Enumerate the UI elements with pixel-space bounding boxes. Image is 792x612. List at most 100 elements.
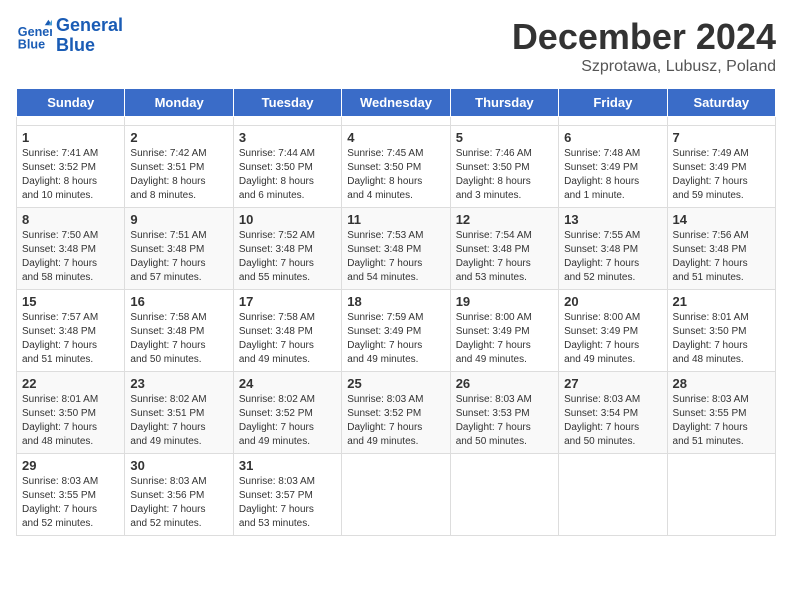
day-info: Sunrise: 7:53 AM Sunset: 3:48 PM Dayligh… — [347, 229, 444, 285]
day-info: Sunrise: 7:50 AM Sunset: 3:48 PM Dayligh… — [22, 229, 119, 285]
calendar-cell: 3Sunrise: 7:44 AM Sunset: 3:50 PM Daylig… — [233, 126, 341, 208]
header: General Blue GeneralBlue December 2024 S… — [16, 16, 776, 76]
day-info: Sunrise: 7:46 AM Sunset: 3:50 PM Dayligh… — [456, 147, 553, 203]
day-info: Sunrise: 8:01 AM Sunset: 3:50 PM Dayligh… — [22, 393, 119, 449]
calendar-table: SundayMondayTuesdayWednesdayThursdayFrid… — [16, 88, 776, 536]
calendar-cell — [233, 117, 341, 126]
day-info: Sunrise: 7:42 AM Sunset: 3:51 PM Dayligh… — [130, 147, 227, 203]
day-number: 15 — [22, 294, 119, 309]
calendar-cell — [450, 454, 558, 536]
day-info: Sunrise: 7:41 AM Sunset: 3:52 PM Dayligh… — [22, 147, 119, 203]
day-header-thursday: Thursday — [450, 89, 558, 117]
calendar-cell: 25 Sunrise: 8:03 AM Sunset: 3:52 PM Dayli… — [342, 372, 450, 454]
day-number: 13 — [564, 212, 661, 227]
calendar-cell: 22 Sunrise: 8:01 AM Sunset: 3:50 PM Dayli… — [17, 372, 125, 454]
logo-icon: General Blue — [16, 18, 52, 54]
day-number: 2 — [130, 130, 227, 145]
calendar-cell: 4Sunrise: 7:45 AM Sunset: 3:50 PM Daylig… — [342, 126, 450, 208]
day-number: 27 — [564, 376, 661, 391]
calendar-cell — [667, 454, 775, 536]
calendar-week-1: 1 Sunrise: 7:41 AM Sunset: 3:52 PM Daylig… — [17, 126, 776, 208]
day-number: 29 — [22, 458, 119, 473]
day-number: 31 — [239, 458, 336, 473]
day-info: Sunrise: 7:57 AM Sunset: 3:48 PM Dayligh… — [22, 311, 119, 367]
calendar-cell: 19 Sunrise: 8:00 AM Sunset: 3:49 PM Dayli… — [450, 290, 558, 372]
day-info: Sunrise: 8:03 AM Sunset: 3:55 PM Dayligh… — [22, 475, 119, 531]
calendar-week-4: 22 Sunrise: 8:01 AM Sunset: 3:50 PM Dayli… — [17, 372, 776, 454]
day-number: 26 — [456, 376, 553, 391]
day-info: Sunrise: 8:00 AM Sunset: 3:49 PM Dayligh… — [456, 311, 553, 367]
day-info: Sunrise: 7:49 AM Sunset: 3:49 PM Dayligh… — [673, 147, 770, 203]
day-info: Sunrise: 8:03 AM Sunset: 3:57 PM Dayligh… — [239, 475, 336, 531]
day-number: 17 — [239, 294, 336, 309]
calendar-cell: 9Sunrise: 7:51 AM Sunset: 3:48 PM Daylig… — [125, 208, 233, 290]
calendar-cell — [342, 454, 450, 536]
calendar-cell: 16 Sunrise: 7:58 AM Sunset: 3:48 PM Dayli… — [125, 290, 233, 372]
calendar-cell: 13Sunrise: 7:55 AM Sunset: 3:48 PM Dayli… — [559, 208, 667, 290]
day-number: 20 — [564, 294, 661, 309]
title-area: December 2024 Szprotawa, Lubusz, Poland — [512, 16, 776, 76]
day-info: Sunrise: 7:58 AM Sunset: 3:48 PM Dayligh… — [130, 311, 227, 367]
day-number: 14 — [673, 212, 770, 227]
calendar-cell: 2 Sunrise: 7:42 AM Sunset: 3:51 PM Daylig… — [125, 126, 233, 208]
day-info: Sunrise: 7:48 AM Sunset: 3:49 PM Dayligh… — [564, 147, 661, 203]
day-number: 18 — [347, 294, 444, 309]
calendar-cell: 29 Sunrise: 8:03 AM Sunset: 3:55 PM Dayli… — [17, 454, 125, 536]
day-header-friday: Friday — [559, 89, 667, 117]
calendar-cell: 17Sunrise: 7:58 AM Sunset: 3:48 PM Dayli… — [233, 290, 341, 372]
calendar-week-5: 29 Sunrise: 8:03 AM Sunset: 3:55 PM Dayli… — [17, 454, 776, 536]
calendar-cell: 27 Sunrise: 8:03 AM Sunset: 3:54 PM Dayli… — [559, 372, 667, 454]
calendar-cell: 14 Sunrise: 7:56 AM Sunset: 3:48 PM Dayli… — [667, 208, 775, 290]
day-header-wednesday: Wednesday — [342, 89, 450, 117]
day-info: Sunrise: 8:03 AM Sunset: 3:52 PM Dayligh… — [347, 393, 444, 449]
day-info: Sunrise: 7:59 AM Sunset: 3:49 PM Dayligh… — [347, 311, 444, 367]
calendar-cell: 18 Sunrise: 7:59 AM Sunset: 3:49 PM Dayli… — [342, 290, 450, 372]
day-header-monday: Monday — [125, 89, 233, 117]
day-info: Sunrise: 8:03 AM Sunset: 3:56 PM Dayligh… — [130, 475, 227, 531]
day-info: Sunrise: 7:56 AM Sunset: 3:48 PM Dayligh… — [673, 229, 770, 285]
calendar-cell: 5 Sunrise: 7:46 AM Sunset: 3:50 PM Daylig… — [450, 126, 558, 208]
calendar-cell — [667, 117, 775, 126]
calendar-cell: 15 Sunrise: 7:57 AM Sunset: 3:48 PM Dayli… — [17, 290, 125, 372]
calendar-cell: 31 Sunrise: 8:03 AM Sunset: 3:57 PM Dayli… — [233, 454, 341, 536]
calendar-cell: 11Sunrise: 7:53 AM Sunset: 3:48 PM Dayli… — [342, 208, 450, 290]
day-number: 25 — [347, 376, 444, 391]
day-number: 19 — [456, 294, 553, 309]
calendar-cell — [559, 454, 667, 536]
day-number: 7 — [673, 130, 770, 145]
day-number: 6 — [564, 130, 661, 145]
svg-text:Blue: Blue — [18, 37, 45, 51]
day-number: 5 — [456, 130, 553, 145]
calendar-cell: 6 Sunrise: 7:48 AM Sunset: 3:49 PM Daylig… — [559, 126, 667, 208]
day-info: Sunrise: 8:00 AM Sunset: 3:49 PM Dayligh… — [564, 311, 661, 367]
day-header-sunday: Sunday — [17, 89, 125, 117]
day-header-saturday: Saturday — [667, 89, 775, 117]
calendar-week-3: 15 Sunrise: 7:57 AM Sunset: 3:48 PM Dayli… — [17, 290, 776, 372]
calendar-week-2: 8 Sunrise: 7:50 AM Sunset: 3:48 PM Daylig… — [17, 208, 776, 290]
day-number: 3 — [239, 130, 336, 145]
day-number: 4 — [347, 130, 444, 145]
day-number: 10 — [239, 212, 336, 227]
day-info: Sunrise: 7:51 AM Sunset: 3:48 PM Dayligh… — [130, 229, 227, 285]
day-number: 22 — [22, 376, 119, 391]
day-info: Sunrise: 8:03 AM Sunset: 3:54 PM Dayligh… — [564, 393, 661, 449]
calendar-cell — [450, 117, 558, 126]
calendar-cell: 21Sunrise: 8:01 AM Sunset: 3:50 PM Dayli… — [667, 290, 775, 372]
day-number: 28 — [673, 376, 770, 391]
calendar-cell — [125, 117, 233, 126]
calendar-cell: 7 Sunrise: 7:49 AM Sunset: 3:49 PM Daylig… — [667, 126, 775, 208]
day-number: 12 — [456, 212, 553, 227]
calendar-cell: 30Sunrise: 8:03 AM Sunset: 3:56 PM Dayli… — [125, 454, 233, 536]
month-title: December 2024 — [512, 16, 776, 58]
day-number: 8 — [22, 212, 119, 227]
days-header-row: SundayMondayTuesdayWednesdayThursdayFrid… — [17, 89, 776, 117]
day-number: 16 — [130, 294, 227, 309]
calendar-cell: 1 Sunrise: 7:41 AM Sunset: 3:52 PM Daylig… — [17, 126, 125, 208]
location-subtitle: Szprotawa, Lubusz, Poland — [512, 58, 776, 76]
calendar-cell — [559, 117, 667, 126]
day-number: 1 — [22, 130, 119, 145]
day-number: 21 — [673, 294, 770, 309]
day-header-tuesday: Tuesday — [233, 89, 341, 117]
calendar-cell: 10Sunrise: 7:52 AM Sunset: 3:48 PM Dayli… — [233, 208, 341, 290]
day-info: Sunrise: 8:03 AM Sunset: 3:55 PM Dayligh… — [673, 393, 770, 449]
